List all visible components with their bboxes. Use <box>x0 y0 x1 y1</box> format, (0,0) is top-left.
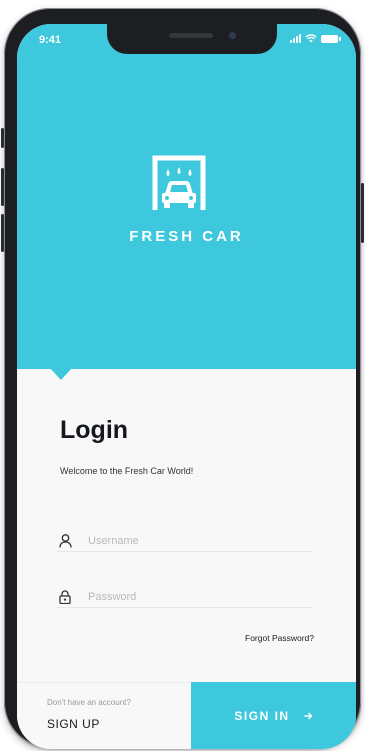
app-screen: 9:41 FRESH CAR Login Welcome to the Fres… <box>17 24 356 749</box>
phone-frame: 9:41 FRESH CAR Login Welcome to the Fres… <box>1 8 364 749</box>
status-icons <box>290 34 341 43</box>
forgot-password-link[interactable]: Forgot Password? <box>245 633 314 643</box>
password-field[interactable] <box>57 586 313 608</box>
wifi-icon <box>305 34 317 43</box>
car-wash-icon <box>152 155 206 210</box>
welcome-text: Welcome to the Fresh Car World! <box>60 466 194 476</box>
side-button <box>1 128 4 148</box>
password-input[interactable] <box>88 590 288 603</box>
signin-button[interactable]: SIGN IN <box>191 682 356 749</box>
username-field[interactable] <box>57 530 313 552</box>
notch <box>107 24 277 54</box>
signin-label: SIGN IN <box>234 708 290 723</box>
status-time: 9:41 <box>39 34 62 46</box>
lock-icon <box>57 589 73 605</box>
front-camera <box>229 32 236 39</box>
signal-icon <box>290 34 301 43</box>
signup-prompt: Don't have an account? <box>47 698 131 707</box>
username-input[interactable] <box>88 534 288 547</box>
signup-button[interactable]: SIGN UP <box>47 717 100 731</box>
page-title: Login <box>60 416 129 444</box>
side-button <box>1 214 4 252</box>
side-button <box>361 183 364 243</box>
hero-pointer <box>49 367 73 380</box>
side-button <box>1 168 4 206</box>
user-icon <box>57 533 73 549</box>
signup-panel: Don't have an account? SIGN UP <box>17 682 191 749</box>
speaker <box>169 33 213 38</box>
battery-icon <box>321 35 341 43</box>
brand-name: FRESH CAR <box>129 228 244 245</box>
arrow-right-icon <box>304 712 313 719</box>
